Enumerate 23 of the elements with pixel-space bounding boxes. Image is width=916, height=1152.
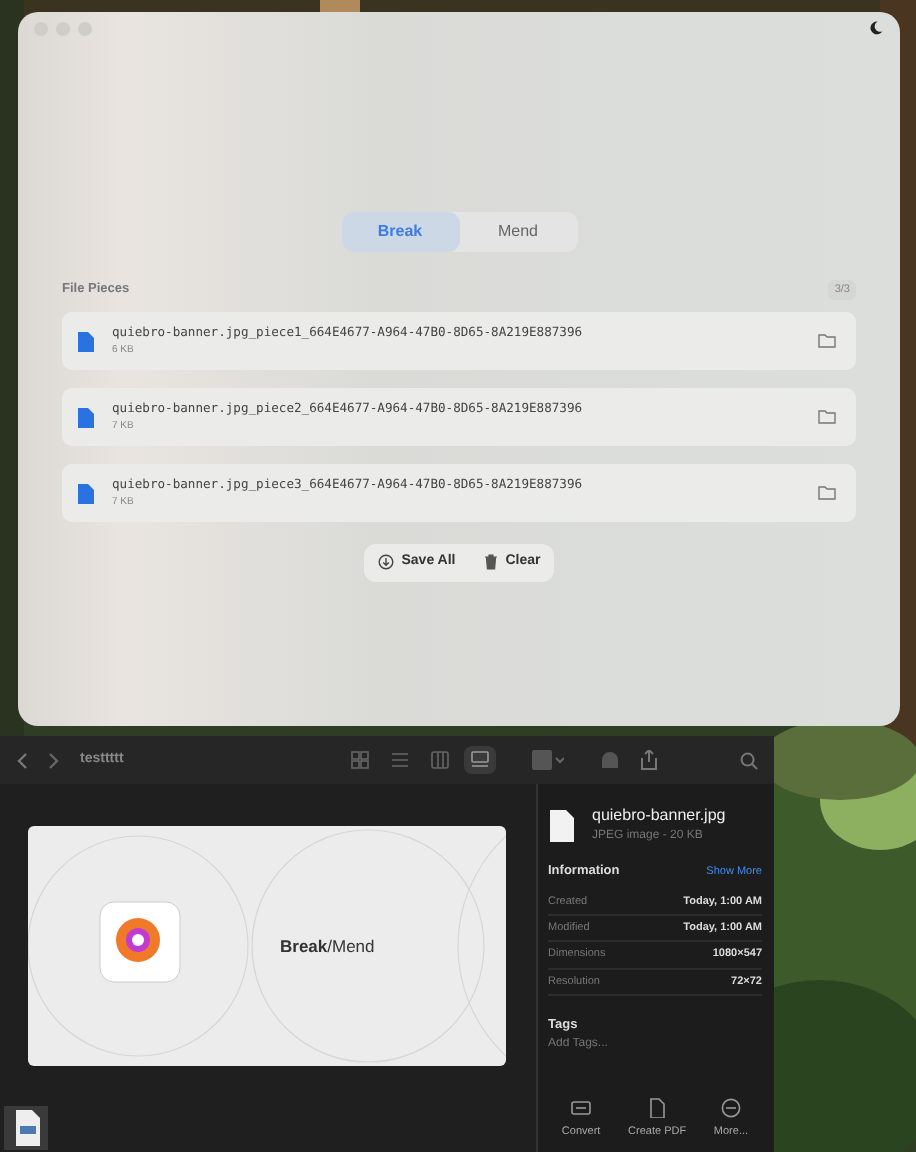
app-logo-icon [99, 901, 181, 983]
mode-tab[interactable]: Mend [459, 212, 577, 252]
share-icon[interactable] [639, 750, 658, 770]
file-name: quiebro-banner.jpg [592, 804, 726, 828]
document-icon [548, 807, 576, 843]
more-icon [719, 1097, 742, 1118]
forward-icon[interactable] [48, 751, 60, 769]
document-icon [646, 1097, 669, 1118]
document-icon [78, 331, 94, 352]
preview-title: Break/Mend [280, 934, 375, 960]
document-icon [78, 407, 94, 428]
document-icon [78, 483, 94, 504]
folder-icon[interactable] [818, 410, 836, 425]
search-icon[interactable] [740, 751, 758, 769]
back-icon[interactable] [16, 751, 28, 769]
group-icon[interactable] [531, 750, 564, 770]
file-thumbnail[interactable] [4, 1106, 48, 1150]
folder-icon[interactable] [818, 334, 836, 349]
folder-icon[interactable] [818, 486, 836, 501]
download-icon [377, 554, 394, 571]
gallery-view-icon[interactable] [463, 746, 496, 774]
trash-icon [483, 554, 498, 571]
moon-icon[interactable] [868, 20, 884, 36]
